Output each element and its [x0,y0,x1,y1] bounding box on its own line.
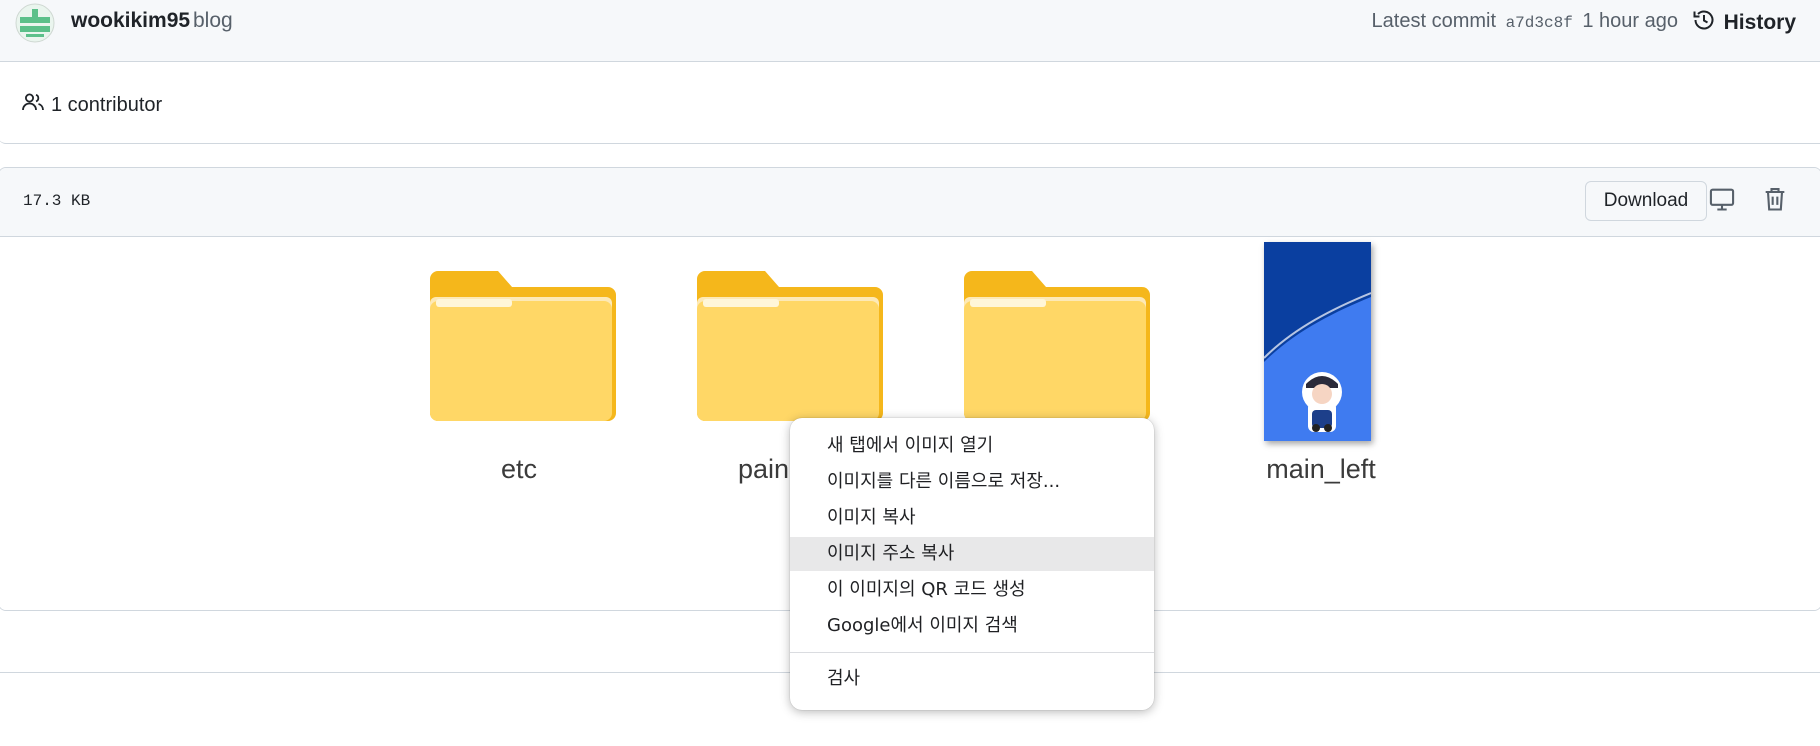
history-label: History [1723,11,1796,34]
context-menu: 새 탭에서 이미지 열기 이미지를 다른 이름으로 저장... 이미지 복사 이… [790,418,1154,710]
image-thumbnail[interactable] [1263,242,1372,441]
history-button[interactable]: History [1692,7,1796,39]
commit-author-link[interactable]: wookikim95 [71,9,190,33]
trash-icon[interactable] [1761,185,1793,217]
folder-icon [426,271,616,421]
menu-separator [790,652,1154,653]
menu-item-inspect[interactable]: 검사 [790,662,1154,696]
contributors-link[interactable]: 1 contributor [21,90,162,120]
commit-message-link[interactable]: blog [193,9,233,33]
commit-meta: Latest commit a7d3c8f 1 hour ago [1372,10,1678,33]
tile-label: main_left [1266,454,1376,484]
commit-time: 1 hour ago [1582,10,1678,32]
contributors-box: 1 contributor [0,62,1820,144]
avatar[interactable] [15,3,55,43]
latest-commit-label: Latest commit [1371,10,1497,32]
latest-commit-bar: wookikim95 blog Latest commit a7d3c8f 1 … [0,0,1820,62]
contributors-label: 1 contributor [51,93,163,116]
people-icon [21,90,45,120]
tile-label: etc [500,454,538,484]
file-size: 17.3 KB [23,192,91,210]
menu-item-copy-image[interactable]: 이미지 복사 [790,501,1154,535]
menu-item-save-image-as[interactable]: 이미지를 다른 이름으로 저장... [790,465,1154,499]
menu-item-search-image-google[interactable]: Google에서 이미지 검색 [790,609,1154,643]
folder-icon [693,271,883,421]
menu-item-open-image-new-tab[interactable]: 새 탭에서 이미지 열기 [790,429,1154,463]
file-header: 17.3 KB Download [0,168,1820,237]
folder-icon [960,271,1150,421]
download-button[interactable]: Download [1585,181,1707,221]
menu-item-copy-image-address[interactable]: 이미지 주소 복사 [790,537,1154,571]
desktop-icon[interactable] [1708,185,1740,217]
history-icon [1692,8,1716,38]
commit-hash-link[interactable]: a7d3c8f [1506,14,1573,32]
menu-item-create-qr-code[interactable]: 이 이미지의 QR 코드 생성 [790,573,1154,607]
